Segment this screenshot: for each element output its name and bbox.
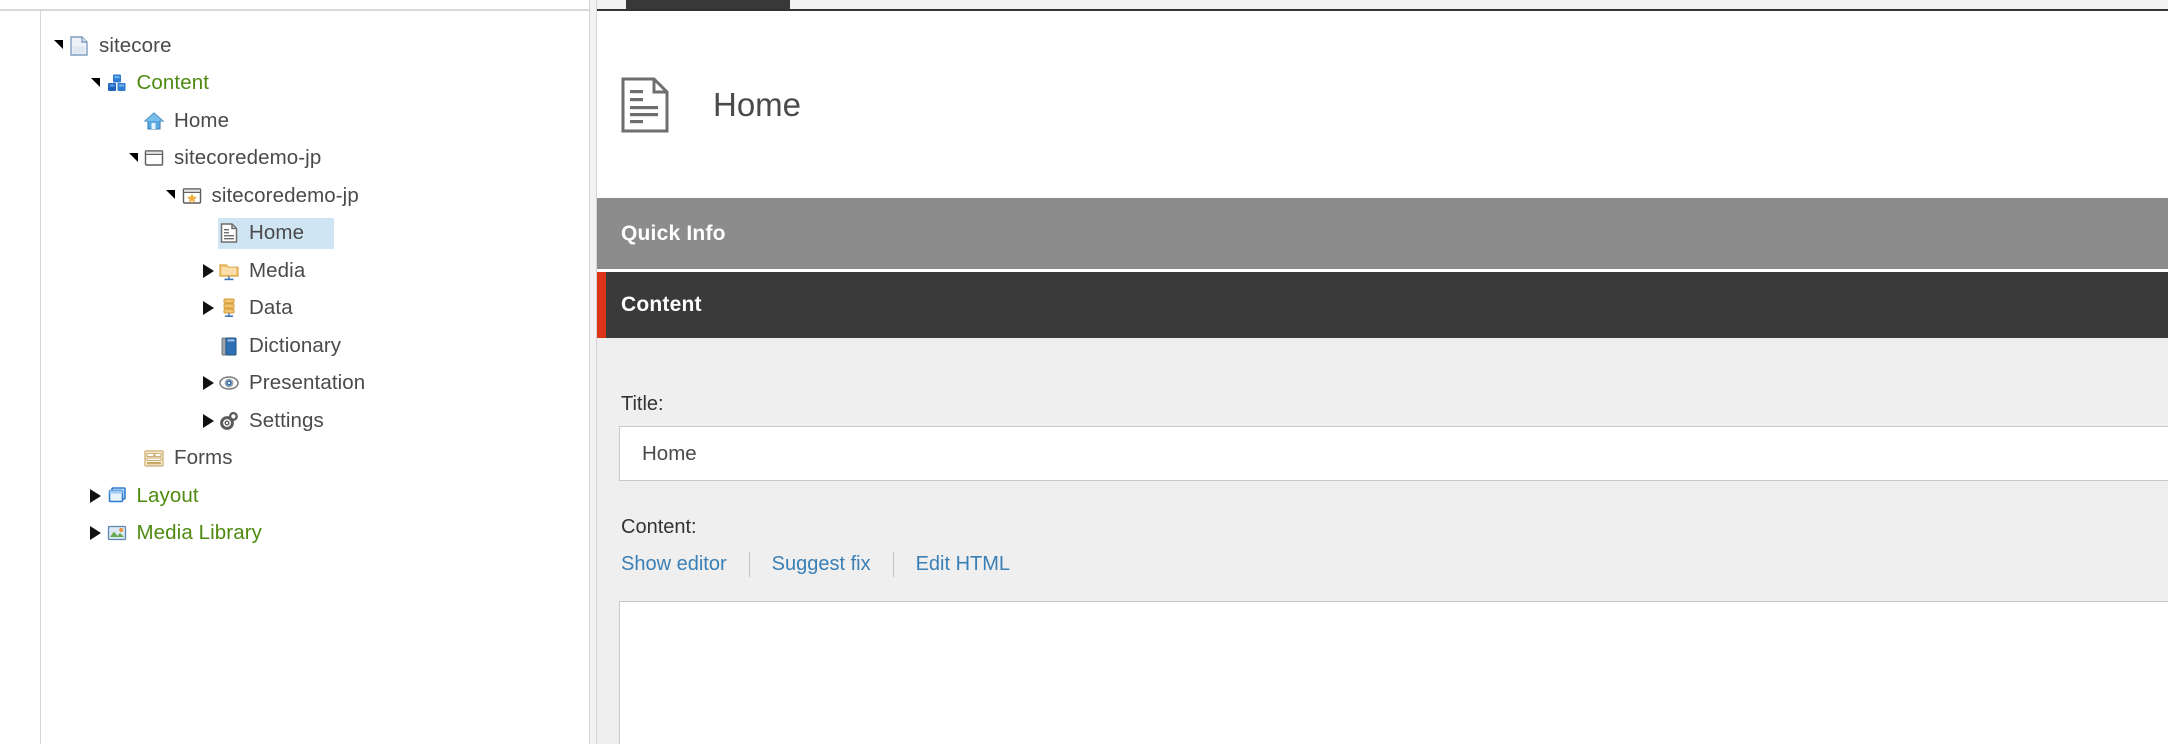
- document-icon: [68, 35, 90, 57]
- editor-panel: Home Quick Info Content Title: Home Cont…: [597, 11, 2168, 744]
- tree-item-label: Data: [249, 296, 293, 319]
- tab-strip: [0, 0, 2168, 11]
- tree-item-home[interactable]: Home: [198, 215, 334, 253]
- tree-item-label: Home: [174, 108, 230, 132]
- content-tree-panel[interactable]: sitecore Content Home sitecoredemo-jp siteco…: [0, 11, 589, 744]
- expander-placeholder: [123, 102, 143, 140]
- page-icon: [621, 77, 669, 133]
- layers-icon: [106, 485, 128, 507]
- content-field-toolbar: Show editor Suggest fix Edit HTML: [621, 551, 1010, 577]
- folder-icon: [218, 260, 240, 282]
- tree-item-label: Content: [136, 71, 209, 94]
- section-quick-info[interactable]: Quick Info: [597, 198, 2168, 269]
- gears-icon: [218, 410, 240, 432]
- tree-item-label: Media Library: [136, 521, 262, 544]
- tree-item-label: Forms: [174, 446, 233, 469]
- forms-icon: [143, 447, 165, 469]
- expander-collapse-icon[interactable]: [123, 140, 143, 178]
- section-content[interactable]: Content: [597, 272, 2168, 338]
- content-field-label: Content:: [621, 516, 697, 538]
- expander-expand-icon[interactable]: [198, 365, 218, 403]
- tree-item-label: Dictionary: [249, 333, 342, 357]
- page-icon: [218, 222, 240, 244]
- expander-expand-icon[interactable]: [198, 290, 218, 328]
- expander-placeholder: [198, 327, 218, 365]
- tree-item-label: Media: [249, 258, 306, 282]
- tree-item-label: Presentation: [249, 371, 366, 394]
- tree-item-label: sitecoredemo-jp: [211, 183, 359, 207]
- show-editor-link[interactable]: Show editor: [621, 554, 727, 574]
- tree-item-settings[interactable]: Settings: [198, 402, 324, 440]
- toolbar-separator-2: [892, 551, 894, 577]
- tree-item-label: sitecore: [99, 33, 172, 57]
- suggest-fix-link[interactable]: Suggest fix: [772, 554, 871, 574]
- tree-item-content[interactable]: Content: [86, 65, 210, 103]
- book-icon: [218, 335, 240, 357]
- section-quick-info-label: Quick Info: [621, 221, 726, 245]
- tree-left-rule: [40, 11, 41, 744]
- content-textarea[interactable]: [619, 601, 2168, 744]
- tree-item-label: sitecoredemo-jp: [174, 146, 322, 169]
- section-accent-bar: [597, 272, 606, 338]
- media-library-icon: [106, 522, 128, 544]
- tree-item-data[interactable]: Data: [198, 290, 293, 328]
- page-title: Home: [713, 86, 802, 123]
- tree-item-home[interactable]: Home: [123, 102, 229, 140]
- tree-item-dictionary[interactable]: Dictionary: [198, 327, 341, 365]
- tree-item-sitecoredemo-jp[interactable]: sitecoredemo-jp: [123, 140, 321, 178]
- tree-item-forms[interactable]: Forms: [123, 440, 233, 478]
- edit-html-link[interactable]: Edit HTML: [916, 554, 1010, 574]
- tree-item-layout[interactable]: Layout: [86, 477, 199, 515]
- star-window-icon: [181, 185, 203, 207]
- tree-item-label: Settings: [249, 408, 324, 432]
- content-editor-screen: sitecore Content Home sitecoredemo-jp siteco…: [0, 0, 2168, 744]
- cubes-icon: [106, 72, 128, 94]
- tree-item-sitecore[interactable]: sitecore: [48, 27, 172, 65]
- panel-divider[interactable]: [589, 0, 597, 744]
- window-icon: [143, 147, 165, 169]
- expander-collapse-icon[interactable]: [161, 177, 181, 215]
- title-field-label: Title:: [621, 393, 664, 415]
- field-form-area: Title: Home Content: Show editor Suggest…: [597, 338, 2168, 744]
- tree-item-presentation[interactable]: Presentation: [198, 365, 365, 403]
- tree-item-media-library[interactable]: Media Library: [86, 515, 263, 553]
- eye-icon: [218, 372, 240, 394]
- tab-strip-gap-right: [790, 0, 2168, 9]
- tree-item-media[interactable]: Media: [198, 252, 305, 290]
- expander-expand-icon[interactable]: [198, 402, 218, 440]
- house-icon: [143, 110, 165, 132]
- tree-item-label: Home: [249, 221, 305, 244]
- expander-collapse-icon[interactable]: [48, 27, 68, 65]
- toolbar-separator-1: [748, 551, 750, 577]
- tree-item-label: Layout: [136, 483, 199, 507]
- expander-placeholder: [123, 440, 143, 478]
- tree-item-sitecoredemo-jp[interactable]: sitecoredemo-jp: [161, 177, 359, 215]
- data-icon: [218, 297, 240, 319]
- tab-strip-gap-left: [597, 0, 626, 9]
- title-input[interactable]: Home: [619, 426, 2168, 481]
- expander-expand-icon[interactable]: [86, 515, 106, 553]
- expander-expand-icon[interactable]: [86, 477, 106, 515]
- item-header: Home: [597, 11, 2168, 198]
- expander-collapse-icon[interactable]: [86, 65, 106, 103]
- title-input-value: Home: [642, 441, 697, 465]
- expander-placeholder: [198, 215, 218, 253]
- section-content-label: Content: [621, 293, 702, 316]
- divider-left-edge: [589, 0, 590, 744]
- expander-expand-icon[interactable]: [198, 252, 218, 290]
